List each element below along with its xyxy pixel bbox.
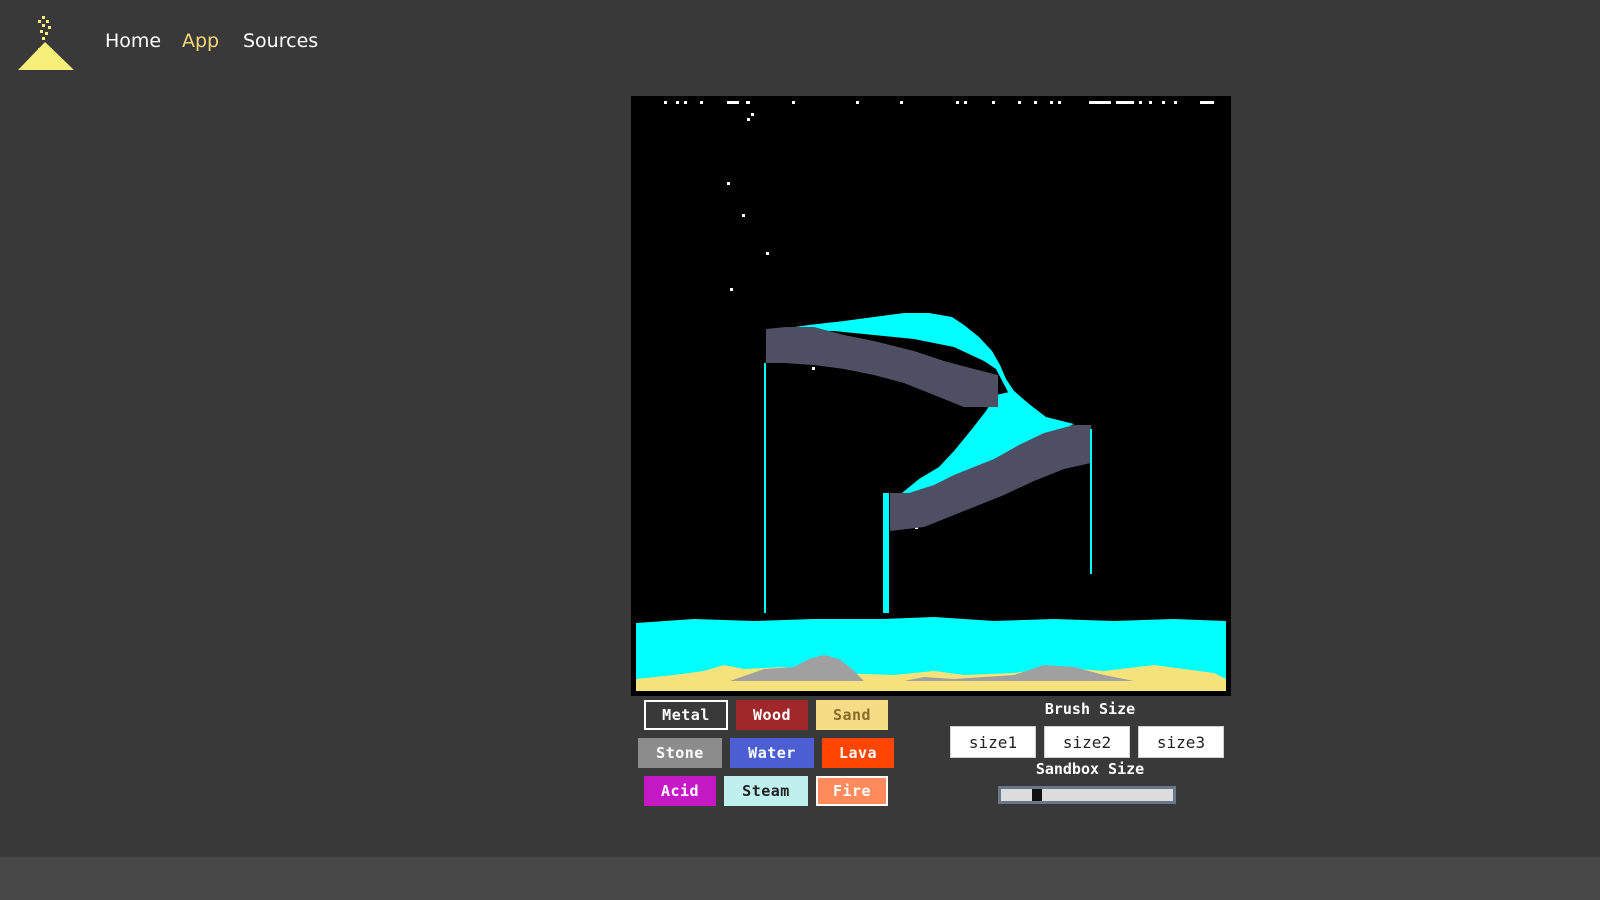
slider-thumb[interactable] [1032, 789, 1042, 801]
brush-size-title: Brush Size [1044, 700, 1136, 718]
top-navigation: Home App Sources [0, 0, 1600, 86]
brush-size2-button[interactable]: size2 [1044, 726, 1130, 758]
sandbox-size-title: Sandbox Size [1035, 760, 1145, 778]
nav-sources-link[interactable]: Sources [243, 30, 318, 52]
element-wood-button[interactable]: Wood [736, 700, 808, 730]
brush-size3-button[interactable]: size3 [1138, 726, 1224, 758]
nav-app-link[interactable]: App [182, 30, 219, 52]
element-metal-button[interactable]: Metal [644, 700, 728, 730]
element-water-button[interactable]: Water [730, 738, 814, 768]
sandbox-render [634, 99, 1228, 693]
element-steam-button[interactable]: Steam [724, 776, 808, 806]
element-sand-button[interactable]: Sand [816, 700, 888, 730]
element-lava-button[interactable]: Lava [822, 738, 894, 768]
slider-track-inner [1001, 789, 1173, 801]
element-acid-button[interactable]: Acid [644, 776, 716, 806]
brush-size1-button[interactable]: size1 [950, 726, 1036, 758]
sandbox-canvas[interactable] [631, 96, 1231, 696]
footer-bar [0, 857, 1600, 900]
element-stone-button[interactable]: Stone [638, 738, 722, 768]
sandbox-size-slider[interactable] [998, 786, 1176, 804]
nav-home-link[interactable]: Home [105, 30, 161, 52]
element-fire-button[interactable]: Fire [816, 776, 888, 806]
app-page: Home App Sources Metal Wood Sand Stone W… [0, 0, 1600, 900]
sand-pile-logo-icon[interactable] [18, 14, 74, 70]
